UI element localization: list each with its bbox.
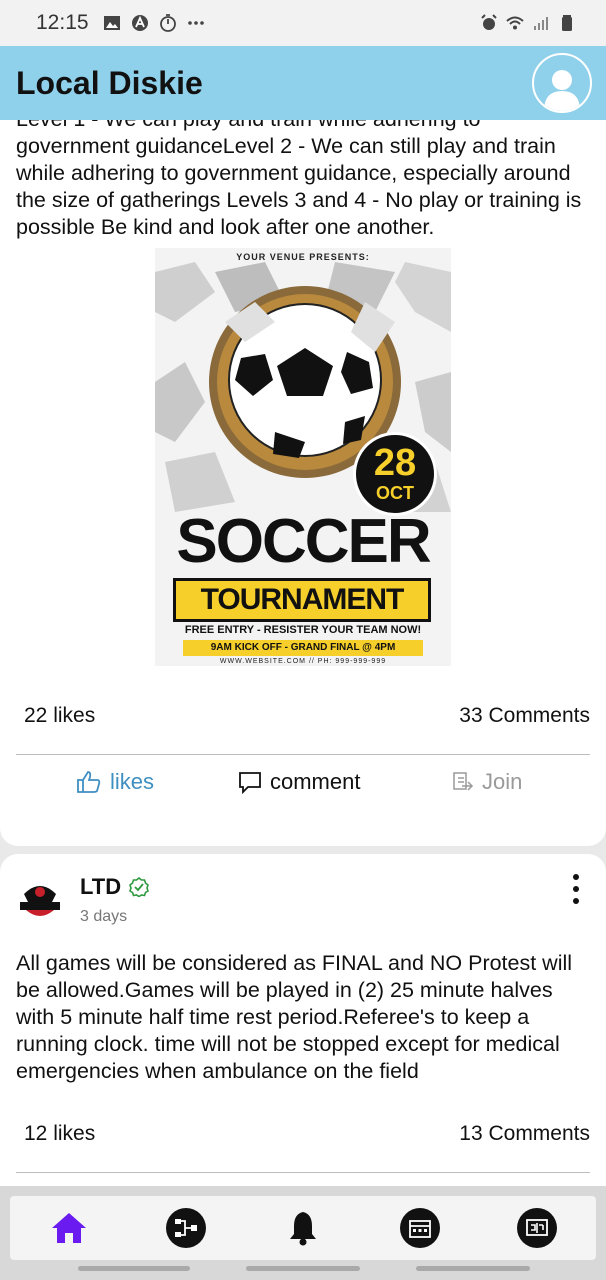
post-text: Level 1 - We can play and train while ad… [16, 120, 582, 239]
comment-button[interactable]: comment [238, 769, 360, 795]
comments-count[interactable]: 33 Comments [459, 704, 590, 728]
poster-day: 28 [373, 442, 417, 484]
join-button[interactable]: Join [452, 769, 522, 795]
comment-label: comment [270, 769, 361, 794]
join-label: Join [482, 769, 523, 794]
comments-count[interactable]: 13 Comments [459, 1122, 590, 1146]
poster-month: OCT [376, 483, 414, 503]
gesture-pill [78, 1266, 190, 1271]
nav-calendar[interactable] [400, 1208, 441, 1248]
app-bar: Local Diskie [0, 46, 606, 120]
author-name[interactable]: LTD [80, 874, 121, 900]
more-icon [187, 21, 204, 25]
divider [16, 754, 590, 755]
likes-count[interactable]: 12 likes [24, 1122, 95, 1146]
post-counts: 22 likes 33 Comments [24, 704, 590, 728]
poster-entry: FREE ENTRY - RESISTER YOUR TEAM NOW! [184, 624, 422, 636]
like-button[interactable]: likes [76, 769, 154, 795]
join-icon [453, 772, 474, 791]
profile-avatar-button[interactable] [532, 53, 592, 113]
poster-venue: YOUR VENUE PRESENTS: [236, 252, 370, 262]
nav-scores[interactable] [517, 1208, 558, 1248]
post-text: All games will be considered as FINAL an… [16, 951, 573, 1083]
verified-icon [129, 877, 150, 897]
poster-kickoff: 9AM KICK OFF - GRAND FINAL @ 4PM [183, 640, 423, 656]
nav-home[interactable] [49, 1208, 89, 1248]
post-image[interactable]: YOUR VENUE PRESENTS: 28 OCT SOCCER TOURN… [155, 248, 451, 666]
nav-brackets[interactable] [165, 1208, 206, 1248]
calendar-icon [409, 1220, 432, 1238]
author-avatar[interactable] [16, 874, 64, 924]
team-logo-icon [18, 877, 62, 921]
post-author[interactable]: LTD 3 days [16, 874, 150, 926]
status-time: 12:15 [36, 11, 89, 34]
bottom-navigation [0, 1186, 606, 1280]
like-label: likes [110, 769, 155, 794]
timer-icon [159, 14, 176, 32]
status-bar: 12:15 [0, 0, 606, 46]
date-badge: 28 OCT [353, 432, 437, 516]
gesture-pill [416, 1266, 530, 1271]
post-card: LTD 3 days All games will be considered … [0, 854, 606, 1186]
bracket-icon [174, 1219, 197, 1237]
feed[interactable]: Level 1 - We can play and train while ad… [0, 120, 606, 1186]
poster-web: WWW.WEBSITE.COM // PH: 999-999-999 [219, 658, 387, 665]
alarm-icon [481, 14, 497, 30]
poster-subheadline: TOURNAMENT [173, 578, 431, 622]
divider [16, 1172, 590, 1173]
comment-icon [239, 772, 261, 794]
gallery-icon [103, 16, 120, 30]
battery-icon [562, 15, 572, 31]
nav-notifications[interactable] [283, 1208, 323, 1248]
scoreboard-icon [526, 1219, 549, 1236]
app-a-icon [131, 15, 148, 31]
wifi-icon [506, 16, 524, 30]
user-icon [544, 70, 580, 111]
gesture-pill [246, 1266, 360, 1271]
app-title: Local Diskie [16, 64, 203, 101]
thumbs-up-icon [77, 771, 101, 793]
post-counts: 12 likes 13 Comments [24, 1122, 590, 1146]
likes-count[interactable]: 22 likes [24, 704, 95, 728]
signal-icon [534, 17, 548, 30]
post-menu-button[interactable] [566, 874, 586, 904]
home-icon [51, 1213, 86, 1243]
post-time: 3 days [80, 908, 128, 925]
bell-icon [289, 1212, 316, 1246]
post-card: Level 1 - We can play and train while ad… [0, 120, 606, 846]
poster-headline: SOCCER [176, 507, 431, 576]
